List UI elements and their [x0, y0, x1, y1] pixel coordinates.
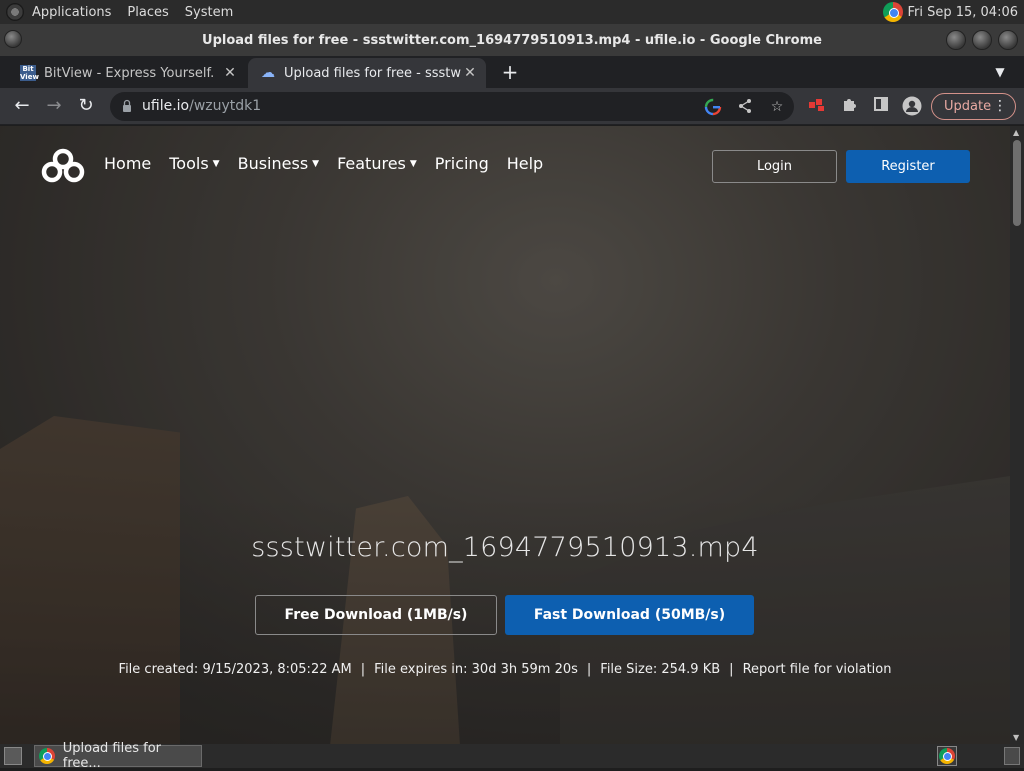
- separator: |: [586, 662, 592, 677]
- nav-home[interactable]: Home: [104, 154, 151, 173]
- task-label: Upload files for free...: [62, 741, 162, 771]
- file-created: File created: 9/15/2023, 8:05:22 AM: [118, 662, 352, 677]
- chevron-down-icon: ▼: [212, 158, 220, 169]
- panel-clock[interactable]: Fri Sep 15, 04:06: [907, 5, 1018, 20]
- page-viewport: Home Tools ▼ Business ▼ Features ▼ Pricing …: [0, 126, 1010, 744]
- extensions-puzzle-icon[interactable]: [839, 96, 859, 116]
- tab-bitview[interactable]: Bit View BitView - Express Yourself. ✕: [8, 58, 246, 88]
- address-bar[interactable]: ufile.io/wzuytdk1 ☆: [110, 92, 794, 121]
- ufile-logo-icon[interactable]: [40, 148, 86, 184]
- url-host: ufile.io: [142, 98, 190, 114]
- chrome-icon: [39, 748, 55, 764]
- tab-label: Upload files for free - ssstwitter.com_1…: [284, 65, 462, 81]
- extension-red-icon[interactable]: [807, 96, 827, 116]
- nav-label: Business: [237, 154, 309, 173]
- window-menu-button[interactable]: [4, 30, 22, 48]
- google-lens-icon[interactable]: [704, 98, 722, 116]
- forward-arrow-icon[interactable]: →: [42, 94, 66, 118]
- fast-download-button[interactable]: Fast Download (50MB/s): [505, 595, 754, 635]
- chevron-down-icon: ▼: [312, 158, 320, 169]
- chevron-down-icon: ▼: [409, 158, 417, 169]
- new-tab-plus-icon[interactable]: +: [498, 60, 522, 84]
- workspace-switcher[interactable]: [1004, 747, 1020, 765]
- site-header: Home Tools ▼ Business ▼ Features ▼ Pricing …: [0, 126, 1010, 206]
- nav-features[interactable]: Features ▼: [337, 154, 417, 173]
- applications-icon[interactable]: [6, 3, 24, 21]
- browser-toolbar: ← → ↻ ufile.io/wzuytdk1 ☆ Update ⋮: [0, 88, 1024, 125]
- update-label: Update: [944, 99, 992, 114]
- maximize-button[interactable]: [972, 30, 992, 50]
- nav-label: Home: [104, 154, 152, 173]
- bottom-taskbar: Upload files for free...: [0, 741, 1024, 771]
- nav-help[interactable]: Help: [507, 154, 543, 173]
- scroll-down-icon[interactable]: ▼: [1013, 733, 1019, 742]
- reload-icon[interactable]: ↻: [74, 94, 98, 118]
- nav-label: Help: [506, 154, 544, 173]
- update-button[interactable]: Update ⋮: [931, 93, 1016, 120]
- separator: |: [729, 662, 734, 677]
- bookmark-star-icon[interactable]: ☆: [768, 98, 786, 116]
- profile-avatar-icon[interactable]: [902, 96, 922, 116]
- nav-label: Features: [337, 154, 406, 173]
- login-button[interactable]: Login: [712, 150, 837, 183]
- panel-right: Fri Sep 15, 04:06: [883, 0, 1018, 24]
- panel-menus: Applications Places System: [0, 0, 241, 24]
- url-text[interactable]: ufile.io/wzuytdk1: [142, 92, 261, 121]
- scrollbar-thumb[interactable]: [1013, 140, 1021, 226]
- back-arrow-icon[interactable]: ←: [10, 94, 34, 118]
- minimize-button[interactable]: [946, 30, 966, 50]
- free-download-button[interactable]: Free Download (1MB/s): [255, 595, 497, 635]
- close-tab-icon[interactable]: ✕: [462, 65, 478, 81]
- taskbar-chrome-window[interactable]: Upload files for free...: [34, 741, 202, 771]
- close-tab-icon[interactable]: ✕: [222, 65, 238, 81]
- top-panel: Applications Places System Fri Sep 15, 0…: [0, 0, 1024, 24]
- file-name-heading: ssstwitter.com_1694779510913.mp4: [251, 532, 759, 563]
- report-violation-link[interactable]: Report file for violation: [743, 662, 892, 677]
- bitview-favicon-icon: Bit View: [20, 65, 39, 81]
- scroll-up-icon[interactable]: ▲: [1013, 128, 1019, 137]
- nav-label: Tools: [169, 154, 209, 173]
- window-titlebar[interactable]: Upload files for free - ssstwitter.com_1…: [0, 24, 1024, 56]
- register-button[interactable]: Register: [846, 150, 970, 183]
- workspace-chrome-icon[interactable]: [937, 746, 957, 766]
- chrome-tray-icon[interactable]: [883, 2, 904, 22]
- nav-tools[interactable]: Tools ▼: [169, 154, 219, 173]
- window-controls: [946, 30, 1018, 50]
- tab-label: BitView - Express Yourself.: [44, 65, 215, 81]
- separator: |: [360, 662, 366, 677]
- menu-places[interactable]: Places: [119, 0, 176, 24]
- show-desktop-icon[interactable]: [4, 747, 22, 765]
- side-panel-icon[interactable]: [871, 96, 891, 116]
- nav-label: Pricing: [434, 154, 489, 173]
- tab-ufile[interactable]: ☁ Upload files for free - ssstwitter.com…: [248, 58, 486, 88]
- nav-business[interactable]: Business ▼: [238, 154, 319, 173]
- menu-system[interactable]: System: [177, 0, 241, 24]
- file-size: File Size: 254.9 KB: [600, 662, 721, 677]
- share-icon[interactable]: [736, 98, 754, 116]
- site-nav-menu: Home Tools ▼ Business ▼ Features ▼ Pricing …: [104, 154, 561, 173]
- nav-pricing[interactable]: Pricing: [435, 154, 489, 173]
- lock-icon[interactable]: [122, 99, 132, 113]
- tab-search-chevron-icon[interactable]: ▼: [990, 62, 1010, 82]
- url-path: /wzuytdk1: [189, 98, 262, 114]
- ufile-favicon-icon: ☁: [261, 65, 275, 81]
- chrome-icon: [939, 748, 955, 764]
- menu-applications[interactable]: Applications: [24, 0, 119, 24]
- page-scrollbar[interactable]: ▲ ▼: [1010, 126, 1024, 744]
- close-window-button[interactable]: [998, 30, 1018, 50]
- window-title: Upload files for free - ssstwitter.com_1…: [202, 32, 822, 48]
- more-menu-icon[interactable]: ⋮: [993, 94, 1007, 119]
- file-info-bar: File created: 9/15/2023, 8:05:22 AM | File…: [0, 662, 1010, 677]
- file-expires: File expires in: 30d 3h 59m 20s: [374, 662, 578, 677]
- background-overlay: [0, 126, 1010, 744]
- tab-strip: Bit View BitView - Express Yourself. ✕ ☁…: [0, 56, 1024, 88]
